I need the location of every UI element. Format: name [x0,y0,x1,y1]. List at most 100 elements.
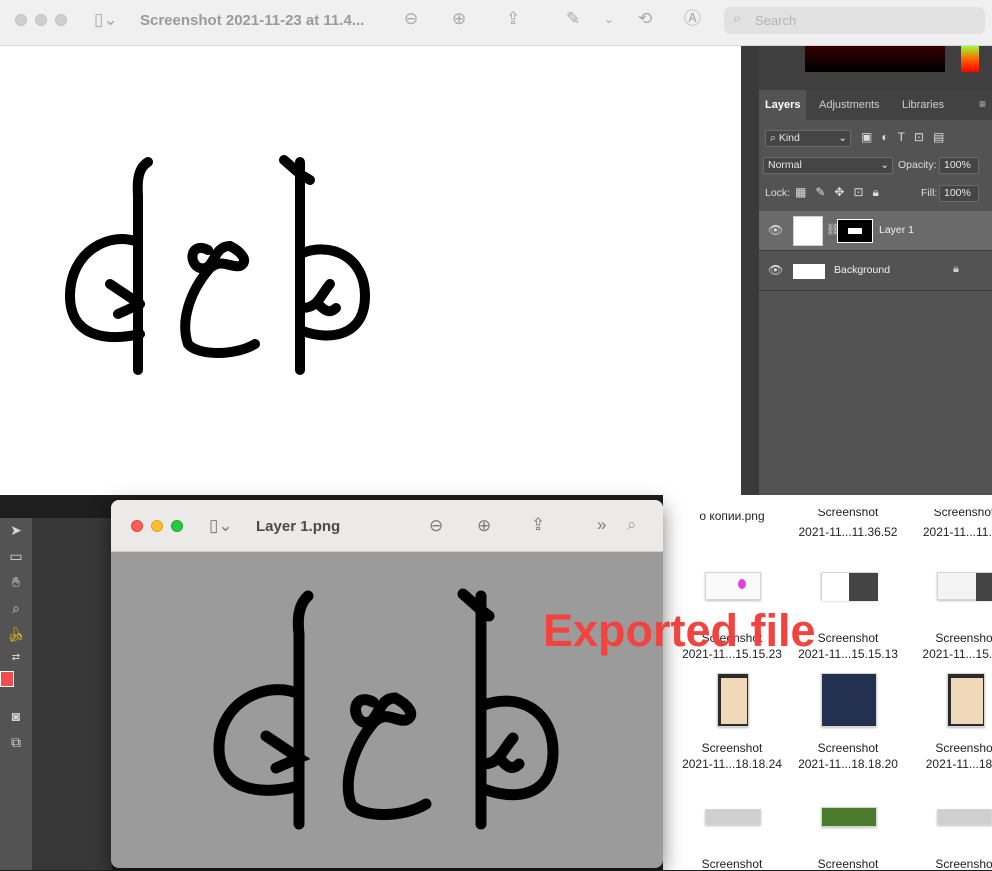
chevron-down-icon: ⌄ [838,132,847,144]
layer-mask-thumbnail [837,219,873,243]
lock-icons[interactable]: ▦✎✥⊡🔒︎ [795,185,888,200]
layer-row-background[interactable]: 👁︎ Background 🔒︎ [759,251,992,291]
window1-toolbar: ▯⌄ Screenshot 2021-11-23 at 11.4... ⊖ ⊕ … [0,0,992,46]
hue-slider[interactable] [961,46,979,72]
file-date[interactable]: 2021-11...18.18.24 [672,757,792,771]
fill-label: Fill: [921,187,938,199]
file-thumbnail[interactable] [705,572,761,600]
layer-thumbnail [793,264,825,279]
file-thumbnail[interactable] [821,807,877,827]
search-placeholder: Search [755,13,797,28]
zoom-button[interactable] [55,14,67,26]
lock-icon: 🔒︎ [953,263,959,275]
file-thumbnail[interactable] [821,572,878,601]
zoom-tool-icon[interactable]: ⌕ [3,598,29,618]
file-name[interactable]: Screensho [904,741,992,755]
preview-window-main [0,0,741,495]
file-date[interactable]: 2021-11...18.18.20 [788,757,908,771]
markup-icon[interactable]: Ⓐ [684,9,701,29]
markup-pen-icon[interactable]: ✎ [566,9,580,29]
layer-thumbnail [793,216,823,246]
move-tool-icon[interactable]: ➤ [3,520,29,540]
minimize-button[interactable] [35,14,47,26]
tab-libraries[interactable]: Libraries [896,90,950,120]
quick-mask-icon[interactable]: ◙ [3,706,29,726]
screen-mode-icon[interactable]: ⧉ [3,732,29,752]
search-field[interactable]: ⌕ Search [724,7,985,34]
file-thumbnail[interactable] [947,673,985,727]
file-name[interactable]: 2021-11...11.36.52 [788,525,908,539]
layer-name: Layer 1 [879,224,915,236]
tab-layers[interactable]: Layers [759,90,807,120]
minimize-button[interactable] [151,520,163,532]
blend-mode-value: Normal [768,159,802,171]
color-field[interactable] [805,46,945,72]
file-thumbnail[interactable] [937,572,992,601]
window-title: Screenshot 2021-11-23 at 11.4... [140,12,365,29]
eye-icon[interactable]: 👁︎ [768,223,783,237]
zoom-in-icon[interactable]: ⊕ [452,9,466,29]
file-thumbnail[interactable] [717,673,749,727]
file-name[interactable]: Screenshot [788,857,908,871]
filter-kind-select[interactable]: ⌕ Kind ⌄ [765,130,851,147]
rotate-icon[interactable]: ⟲ [638,9,652,29]
finder-window: o копии.png Screenshot Screenshot 2021-1… [663,495,992,871]
file-name[interactable]: Screensho [904,857,992,871]
close-button[interactable] [131,520,143,532]
search-icon[interactable]: ⌕ [627,515,637,535]
filter-kind-label: Kind [778,132,800,144]
file-date[interactable]: 2021-11...18.1 [904,757,992,771]
file-date[interactable]: 2021-11...15.14 [904,647,992,661]
foreground-color-swatch[interactable] [0,671,14,687]
file-thumbnail[interactable] [705,809,761,825]
sidebar-toggle-icon[interactable]: ▯⌄ [94,10,118,30]
share-icon[interactable]: ⇪ [506,9,520,29]
blend-mode-select[interactable]: Normal ⌄ [763,157,893,174]
chevron-down-icon[interactable]: ⌄ [604,9,614,29]
eye-icon[interactable]: 👁︎ [768,263,783,277]
file-name[interactable]: Screenshot [672,857,792,871]
layer-row-layer1[interactable]: 👁︎ ⛓ Layer 1 [759,211,992,251]
file-thumbnail[interactable] [937,809,992,825]
preview-window-layer1: ▯⌄ Layer 1.png ⊖ ⊕ ⇪ » ⌕ [111,500,663,868]
tab-adjustments[interactable]: Adjustments [813,90,886,120]
lock-label: Lock: [765,187,791,199]
search-icon: ⌕ [733,10,742,27]
panel-menu-icon[interactable]: ≡ [979,97,986,111]
fill-field[interactable]: 100% [939,185,979,202]
photoshop-layers-panel: Layers Adjustments Libraries ≡ ⌕ Kind ⌄ ▣… [741,46,992,518]
exported-file-annotation: Exported file [543,605,816,656]
filter-icons[interactable]: ▣◐T⊡▤ [861,130,953,144]
banana-icon[interactable]: 🍌︎ [3,624,29,644]
zoom-button[interactable] [171,520,183,532]
file-name[interactable]: Screenshot [672,741,792,755]
file-name[interactable]: Screensho [904,631,992,645]
zoom-out-icon[interactable]: ⊖ [429,516,443,536]
file-name[interactable]: o копии.png [672,509,792,523]
file-name[interactable]: Screenshot [904,509,992,523]
window-title: Layer 1.png [256,518,341,535]
file-thumbnail[interactable] [821,673,877,727]
hand-tool-icon[interactable]: ✋︎ [3,572,29,592]
photoshop-workspace [32,518,112,870]
color-picker[interactable] [759,46,992,90]
more-icon[interactable]: » [597,515,606,535]
opacity-label: Opacity: [898,159,937,171]
zoom-out-icon[interactable]: ⊖ [404,9,418,29]
ink-drawing-image [64,155,371,375]
layer-name: Background [834,264,891,276]
window2-toolbar: ▯⌄ Layer 1.png ⊖ ⊕ ⇪ » ⌕ [111,500,663,552]
file-name[interactable]: Screenshot [788,741,908,755]
close-button[interactable] [15,14,27,26]
opacity-field[interactable]: 100% [939,157,979,174]
chevron-down-icon: ⌄ [880,159,889,171]
zoom-in-icon[interactable]: ⊕ [477,516,491,536]
swap-colors-icon[interactable]: ⇄ [3,648,29,668]
panel-divider [741,46,759,518]
file-name[interactable]: Screenshot [788,509,908,523]
marquee-tool-icon[interactable]: ▭ [3,546,29,566]
share-icon[interactable]: ⇪ [531,515,545,535]
sidebar-toggle-icon[interactable]: ▯⌄ [209,516,233,536]
file-name[interactable]: 2021-11...11.35 [904,525,992,539]
exported-ink-image [213,588,559,830]
